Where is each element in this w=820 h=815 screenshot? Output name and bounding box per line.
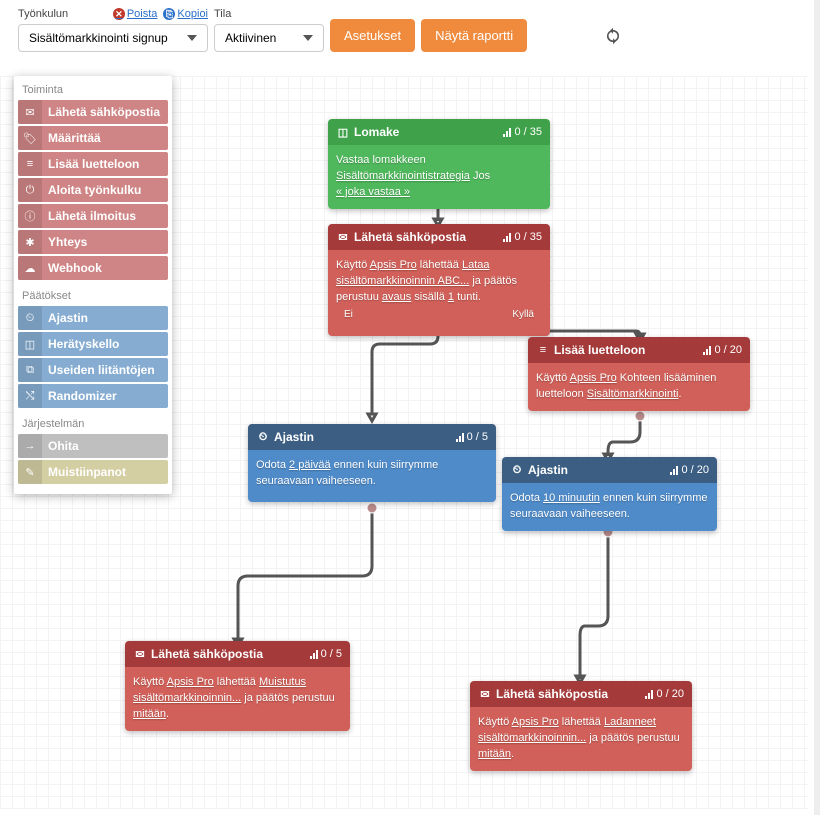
timer-icon: ⏲ [256,431,270,444]
node-title: Lisää luetteloon [554,343,645,357]
chevron-down-icon [187,35,197,41]
email-icon: ✉ [133,648,147,661]
node-title: Lähetä sähköpostia [354,230,466,244]
palette-item[interactable]: ≡Lisää luetteloon [18,152,168,176]
palette-item[interactable]: 🏷Määrittää [18,126,168,150]
timer-icon: ⏲ [510,464,524,477]
workflow-label: Työnkulun [18,8,68,20]
palette-label: Yhteys [42,235,87,249]
form-icon: ◫ [336,126,350,139]
copy-link[interactable]: ⎘Kopioi [163,8,208,20]
section-actions: Toiminta [14,76,172,100]
chart-icon [670,466,678,475]
section-decisions: Päätökset [14,282,172,306]
chart-icon [503,233,511,242]
chart-icon [645,690,653,699]
node-body: Käyttö Apsis Pro Kohteen lisääminen luet… [528,363,750,411]
node-timer[interactable]: ⏲ Ajastin 0 / 20 Odota 10 minuutin ennen… [502,457,717,531]
delete-link[interactable]: ✕Poista [113,8,158,20]
node-body: Käyttö Apsis Pro lähettää Ladanneet sisä… [470,707,692,771]
palette-label: Lisää luetteloon [42,157,139,171]
palette-icon: 🏷 [18,126,42,150]
chart-icon [456,433,464,442]
chevron-down-icon [303,35,313,41]
palette-label: Herätyskello [42,337,119,351]
palette-icon: ⏻ [18,178,42,202]
chart-icon [503,128,511,137]
node-body: Käyttö Apsis Pro lähettää Muistutus sisä… [125,667,350,731]
node-body: Odota 10 minuutin ennen kuin siirrymme s… [502,483,717,531]
toolbar: Työnkulun ✕Poista ⎘Kopioi Sisältömarkkin… [0,0,814,54]
node-timer[interactable]: ⏲ Ajastin 0 / 5 Odota 2 päivää ennen kui… [248,424,496,502]
settings-button[interactable]: Asetukset [330,19,415,52]
palette-label: Lähetä ilmoitus [42,209,136,223]
node-body: Vastaa lomakkeen Sisältömarkkinointistra… [328,145,550,209]
palette-label: Webhook [42,261,102,275]
palette-label: Randomizer [42,389,117,403]
palette-item[interactable]: ✎Muistiinpanot [18,460,168,484]
delete-icon: ✕ [113,8,125,20]
node-body: Käyttö Apsis Pro lähettää Lataa sisältöm… [328,250,550,336]
palette-item[interactable]: →Ohita [18,434,168,458]
node-send-email[interactable]: ✉ Lähetä sähköpostia 0 / 35 Käyttö Apsis… [328,224,550,336]
palette-label: Lähetä sähköpostia [42,105,160,119]
palette-label: Muistiinpanot [42,465,126,479]
actions-palette: Toiminta ✉Lähetä sähköpostia🏷Määrittää≡L… [14,76,172,494]
node-title: Ajastin [528,463,568,477]
node-form[interactable]: ◫ Lomake 0 / 35 Vastaa lomakkeen Sisältö… [328,119,550,209]
section-system: Järjestelmän [14,410,172,434]
branch-yes: Kyllä [512,308,534,323]
palette-icon: → [18,434,42,458]
node-add-to-list[interactable]: ≡ Lisää luetteloon 0 / 20 Käyttö Apsis P… [528,337,750,411]
palette-label: Määrittää [42,131,101,145]
palette-item[interactable]: ⓘLähetä ilmoitus [18,204,168,228]
palette-label: Ohita [42,439,79,453]
node-body: Odota 2 päivää ennen kuin siirrymme seur… [248,450,496,502]
palette-label: Ajastin [42,311,88,325]
palette-item[interactable]: ☁Webhook [18,256,168,280]
node-send-email[interactable]: ✉ Lähetä sähköpostia 0 / 5 Käyttö Apsis … [125,641,350,731]
palette-icon: ≡ [18,152,42,176]
workflow-dropdown[interactable]: Sisältömarkkinointi signup [18,24,208,52]
branch-no: Ei [344,308,353,323]
state-dropdown[interactable]: Aktiivinen [214,24,324,52]
report-button[interactable]: Näytä raportti [421,19,527,52]
chart-icon [703,346,711,355]
palette-icon: ✎ [18,460,42,484]
palette-icon: ◫ [18,332,42,356]
palette-item[interactable]: ✉Lähetä sähköpostia [18,100,168,124]
palette-icon: ⧉ [18,358,42,382]
palette-label: Aloita työnkulku [42,183,141,197]
palette-icon: ⤭ [18,384,42,408]
palette-icon: ☁ [18,256,42,280]
copy-icon: ⎘ [163,8,175,20]
palette-icon: ⓘ [18,204,42,228]
email-icon: ✉ [478,688,492,701]
email-icon: ✉ [336,231,350,244]
list-icon: ≡ [536,344,550,356]
palette-item[interactable]: ⤭Randomizer [18,384,168,408]
palette-icon: ⏲ [18,306,42,330]
state-label: Tila [214,8,324,20]
node-send-email[interactable]: ✉ Lähetä sähköpostia 0 / 20 Käyttö Apsis… [470,681,692,771]
node-title: Lähetä sähköpostia [496,687,608,701]
node-title: Lomake [354,125,399,139]
palette-item[interactable]: ✱Yhteys [18,230,168,254]
node-title: Lähetä sähköpostia [151,647,263,661]
palette-icon: ✱ [18,230,42,254]
palette-item[interactable]: ⏻Aloita työnkulku [18,178,168,202]
palette-icon: ✉ [18,100,42,124]
palette-item[interactable]: ◫Herätyskello [18,332,168,356]
chart-icon [310,650,318,659]
palette-item[interactable]: ⧉Useiden liitäntöjen [18,358,168,382]
refresh-icon[interactable] [603,26,623,46]
palette-item[interactable]: ⏲Ajastin [18,306,168,330]
node-title: Ajastin [274,430,314,444]
palette-label: Useiden liitäntöjen [42,363,155,377]
